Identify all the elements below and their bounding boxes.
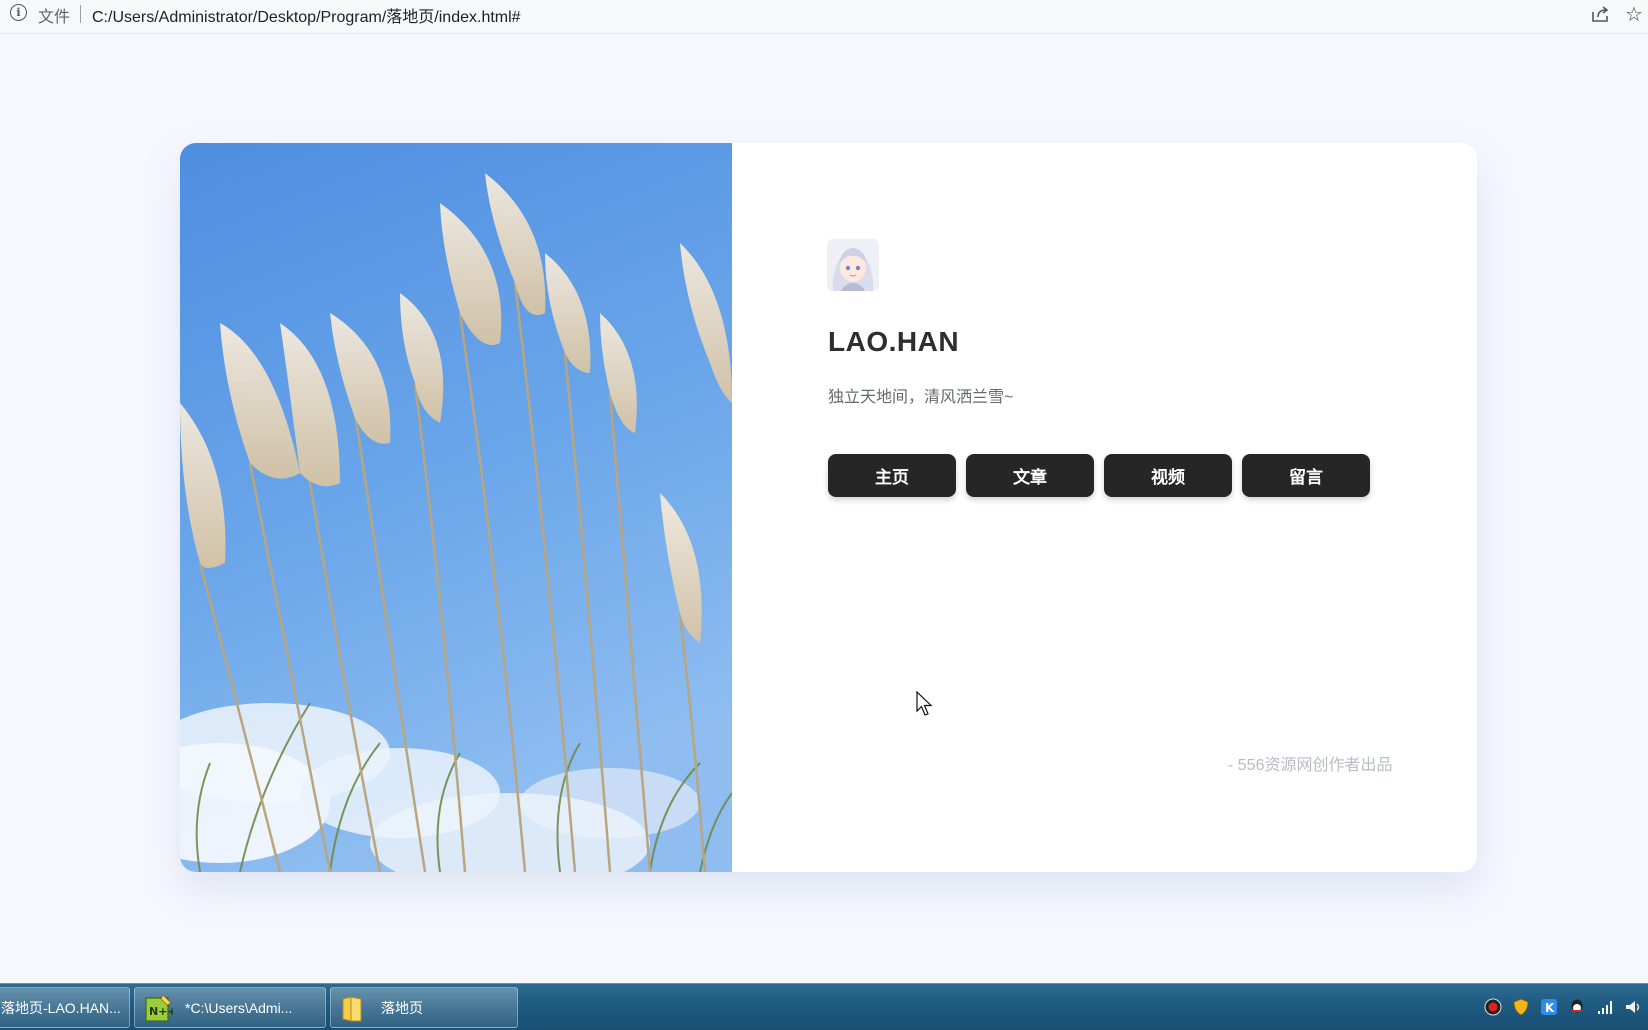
volume-icon[interactable] <box>1624 998 1642 1016</box>
bookmark-star-icon[interactable]: ☆ <box>1625 2 1643 27</box>
taskbar-item-label: 落地页 <box>381 999 423 1016</box>
page-content: LAO.HAN 独立天地间，清风洒兰雪~ 主页 文章 视频 留言 - 556资源… <box>0 35 1648 983</box>
share-icon[interactable] <box>1590 4 1610 24</box>
record-icon[interactable] <box>1484 998 1502 1016</box>
system-tray: K <box>1484 998 1642 1016</box>
taskbar-item-label: *C:\Users\Admi... <box>185 999 293 1016</box>
network-signal-icon[interactable] <box>1596 998 1614 1016</box>
taskbar-item-notepad[interactable]: N++ *C:\Users\Admi... <box>134 987 326 1028</box>
mouse-cursor-icon <box>916 691 933 716</box>
avatar <box>827 239 879 291</box>
k-app-icon[interactable]: K <box>1540 998 1558 1016</box>
profile-card: LAO.HAN 独立天地间，清风洒兰雪~ 主页 文章 视频 留言 - 556资源… <box>180 143 1477 872</box>
info-icon[interactable]: i <box>10 4 27 21</box>
articles-button[interactable]: 文章 <box>966 454 1094 497</box>
nav-buttons: 主页 文章 视频 留言 <box>828 454 1370 497</box>
profile-name: LAO.HAN <box>828 326 960 357</box>
taskbar: 落地页-LAO.HAN... N++ *C:\Users\Admi... 落地页… <box>0 983 1648 1030</box>
folder-icon <box>342 995 362 1022</box>
qq-icon[interactable] <box>1568 998 1586 1016</box>
notepad-plus-icon: N++ <box>145 993 173 1022</box>
taskbar-item-browser[interactable]: 落地页-LAO.HAN... <box>0 987 130 1028</box>
taskbar-item-label: 落地页-LAO.HAN... <box>1 999 121 1016</box>
shield-icon[interactable] <box>1512 998 1530 1016</box>
url-field[interactable]: C:/Users/Administrator/Desktop/Program/落… <box>92 3 521 27</box>
file-label: 文件 <box>38 9 71 26</box>
svg-text:K: K <box>1545 1001 1555 1015</box>
browser-address-bar: i 文件 C:/Users/Administrator/Desktop/Prog… <box>0 0 1648 34</box>
svg-text:N++: N++ <box>149 1005 173 1018</box>
profile-motto: 独立天地间，清风洒兰雪~ <box>828 389 1014 406</box>
credit-text: - 556资源网创作者出品 <box>1228 757 1393 774</box>
address-separator <box>80 5 81 23</box>
home-button[interactable]: 主页 <box>828 454 956 497</box>
pampas-grass-photo <box>180 143 732 872</box>
messages-button[interactable]: 留言 <box>1242 454 1370 497</box>
videos-button[interactable]: 视频 <box>1104 454 1232 497</box>
taskbar-item-folder[interactable]: 落地页 <box>330 987 518 1028</box>
